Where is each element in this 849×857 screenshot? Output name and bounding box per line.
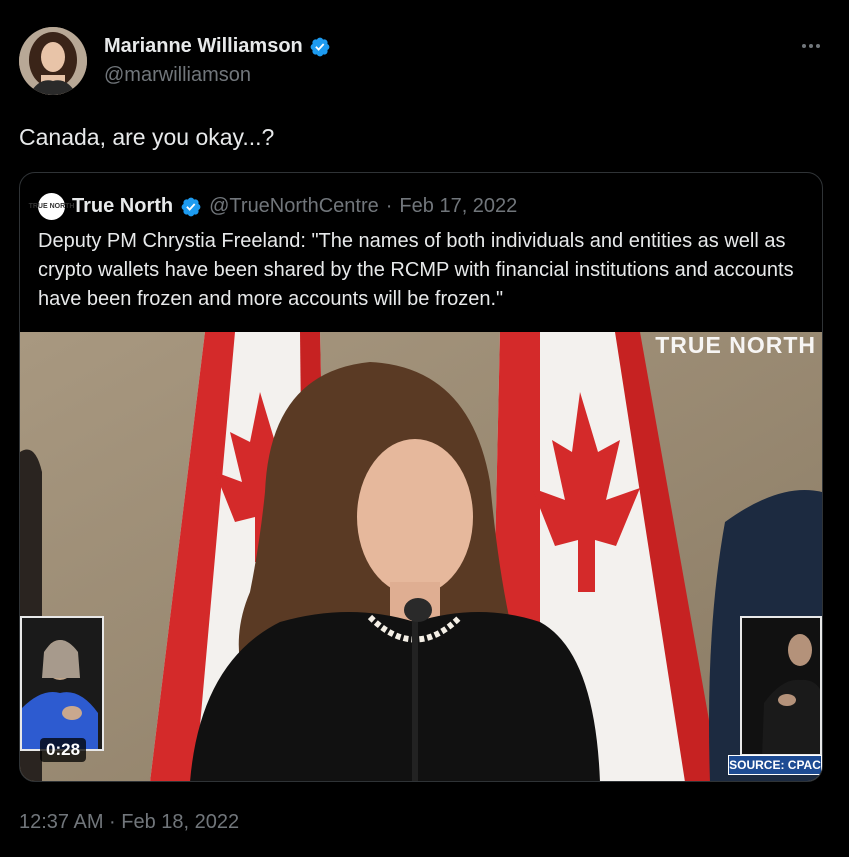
sign-language-inset-left bbox=[20, 616, 104, 751]
quoted-text: Deputy PM Chrystia Freeland: "The names … bbox=[38, 230, 794, 310]
more-options-button[interactable] bbox=[795, 34, 827, 58]
quoted-author-name[interactable]: True North bbox=[72, 195, 173, 218]
author-handle[interactable]: @marwilliamson bbox=[104, 64, 251, 87]
quoted-author-handle[interactable]: @TrueNorthCentre bbox=[209, 195, 379, 218]
sign-language-inset-right bbox=[740, 616, 822, 756]
more-dot bbox=[809, 44, 813, 48]
verified-badge-icon bbox=[181, 197, 201, 216]
video-player[interactable]: TRUE NORTH 0:28 SOURCE: CPAC bbox=[20, 332, 822, 781]
quoted-header: TRUE NORTH True North @TrueNorthCentre ·… bbox=[29, 193, 517, 220]
more-dot bbox=[816, 44, 820, 48]
quoted-tweet[interactable]: TRUE NORTH True North @TrueNorthCentre ·… bbox=[19, 172, 823, 782]
author-name[interactable]: Marianne Williamson bbox=[104, 35, 303, 58]
source-label: SOURCE: CPAC bbox=[728, 755, 822, 775]
author-avatar[interactable] bbox=[19, 27, 87, 95]
author-name-row[interactable]: Marianne Williamson bbox=[104, 35, 331, 58]
more-horizontal-icon bbox=[802, 44, 806, 48]
video-duration-badge: 0:28 bbox=[40, 738, 87, 762]
quoted-date[interactable]: Feb 17, 2022 bbox=[399, 195, 517, 218]
tweet-timestamp[interactable]: 12:37 AM · Feb 18, 2022 bbox=[19, 811, 239, 834]
tweet-text: Canada, are you okay...? bbox=[19, 124, 275, 150]
video-watermark: TRUE NORTH bbox=[655, 332, 816, 358]
quoted-separator: · bbox=[385, 195, 393, 217]
verified-badge-icon bbox=[310, 37, 330, 56]
video-frame bbox=[20, 332, 822, 781]
quoted-avatar[interactable]: TRUE NORTH bbox=[29, 193, 74, 220]
